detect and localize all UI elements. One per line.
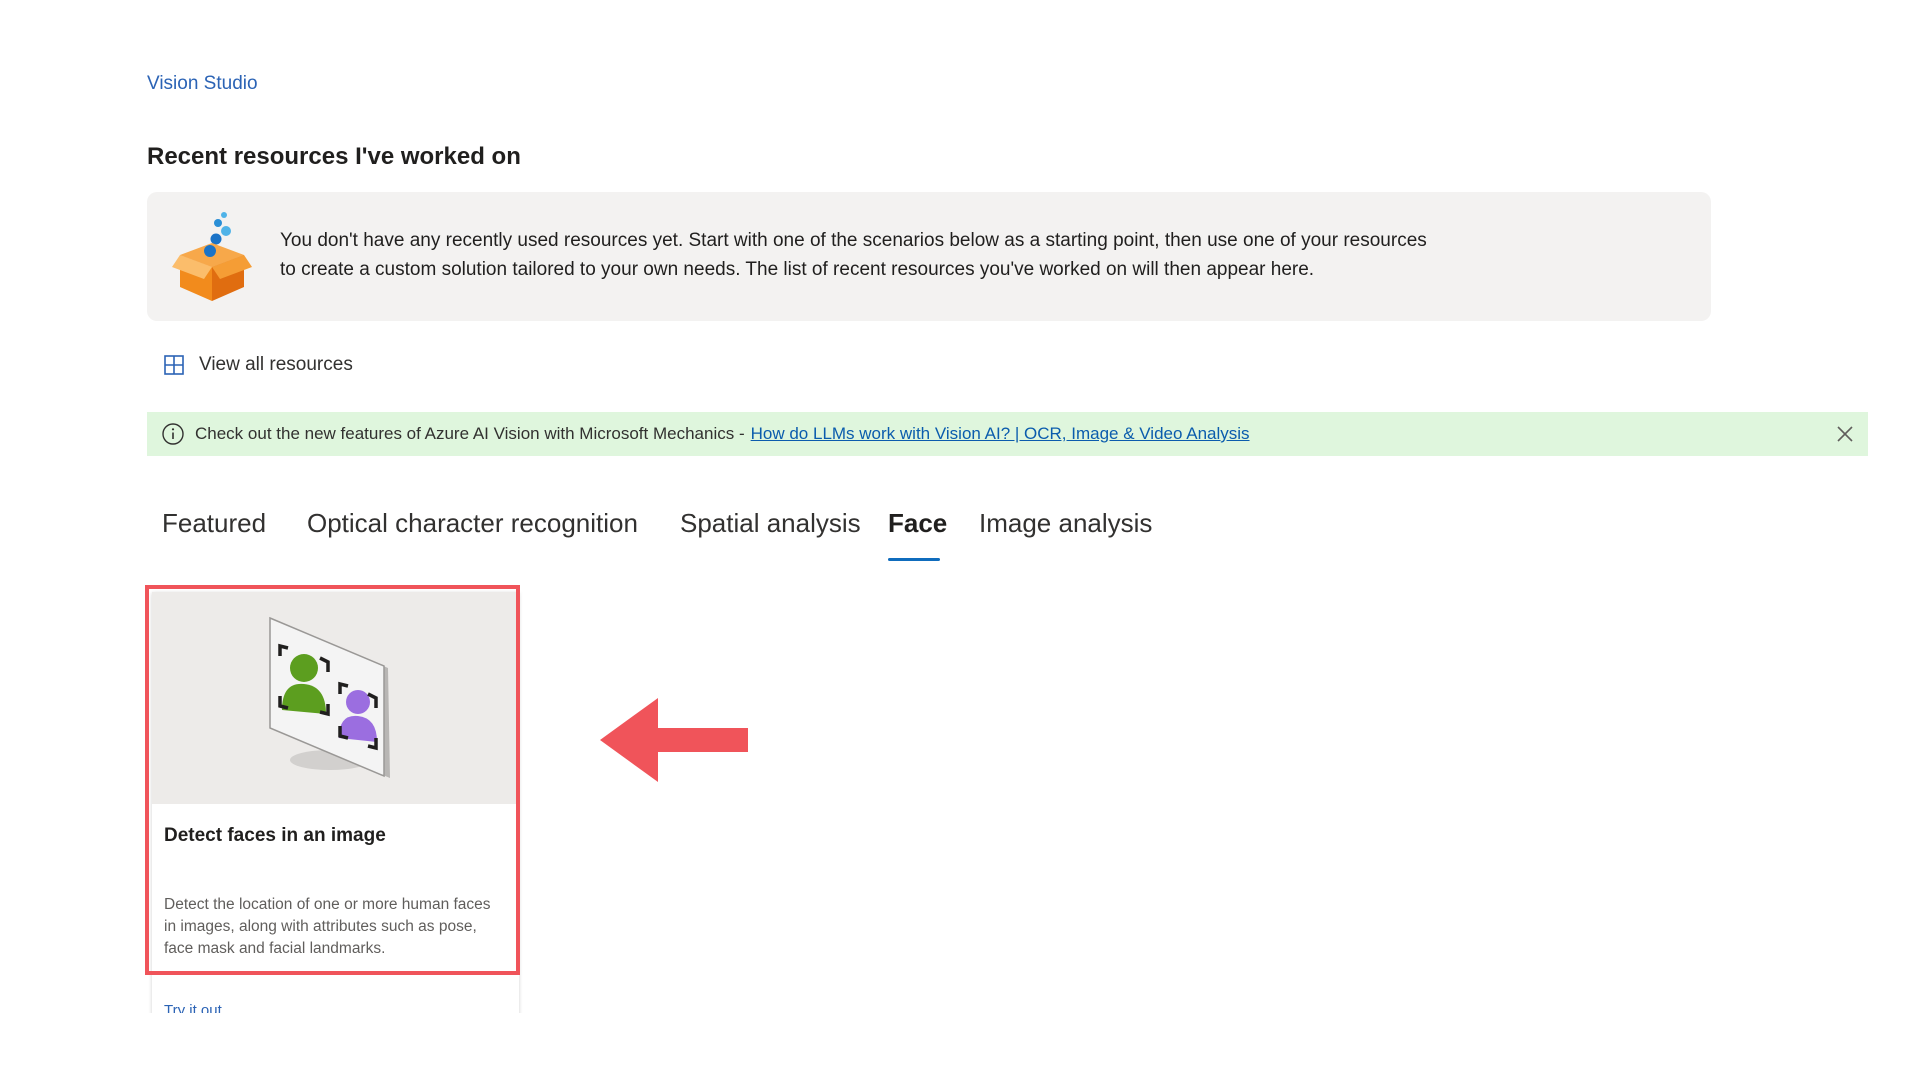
view-all-resources-label: View all resources <box>199 354 353 375</box>
selected-tab-indicator <box>888 558 940 561</box>
tab-image-analysis[interactable]: Image analysis <box>979 508 1152 539</box>
card-description: Detect the location of one or more human… <box>164 896 491 957</box>
tab-face[interactable]: Face <box>888 508 947 539</box>
recent-resources-empty-message: You don't have any recently used resourc… <box>280 226 1610 284</box>
tab-optical-character-recognition[interactable]: Optical character recognition <box>307 508 638 539</box>
tab-spatial-analysis[interactable]: Spatial analysis <box>680 508 861 539</box>
grid-icon <box>164 355 184 375</box>
tab-featured[interactable]: Featured <box>162 508 266 539</box>
detect-faces-card[interactable]: Detect faces in an image Detect the loca… <box>152 592 519 1017</box>
info-banner: Check out the new features of Azure AI V… <box>147 412 1868 456</box>
left-arrow-icon <box>600 698 748 782</box>
empty-message-line-1: You don't have any recently used resourc… <box>280 230 1427 251</box>
recent-resources-empty-state: You don't have any recently used resourc… <box>147 192 1711 321</box>
breadcrumb-vision-studio[interactable]: Vision Studio <box>147 73 258 95</box>
card-overflow-mask <box>140 1013 540 1080</box>
recent-resources-title: Recent resources I've worked on <box>147 143 521 170</box>
face-detection-icon <box>269 616 390 778</box>
view-all-resources-link[interactable]: View all resources <box>163 351 353 379</box>
card-media <box>152 592 519 804</box>
close-icon[interactable] <box>1834 423 1856 445</box>
empty-message-line-2: to create a custom solution tailored to … <box>280 259 1315 280</box>
banner-video-link[interactable]: How do LLMs work with Vision AI? | OCR, … <box>751 424 1250 444</box>
banner-message: Check out the new features of Azure AI V… <box>195 424 745 443</box>
card-title: Detect faces in an image <box>164 825 386 846</box>
info-icon <box>162 423 184 445</box>
open-box-icon <box>172 212 252 301</box>
